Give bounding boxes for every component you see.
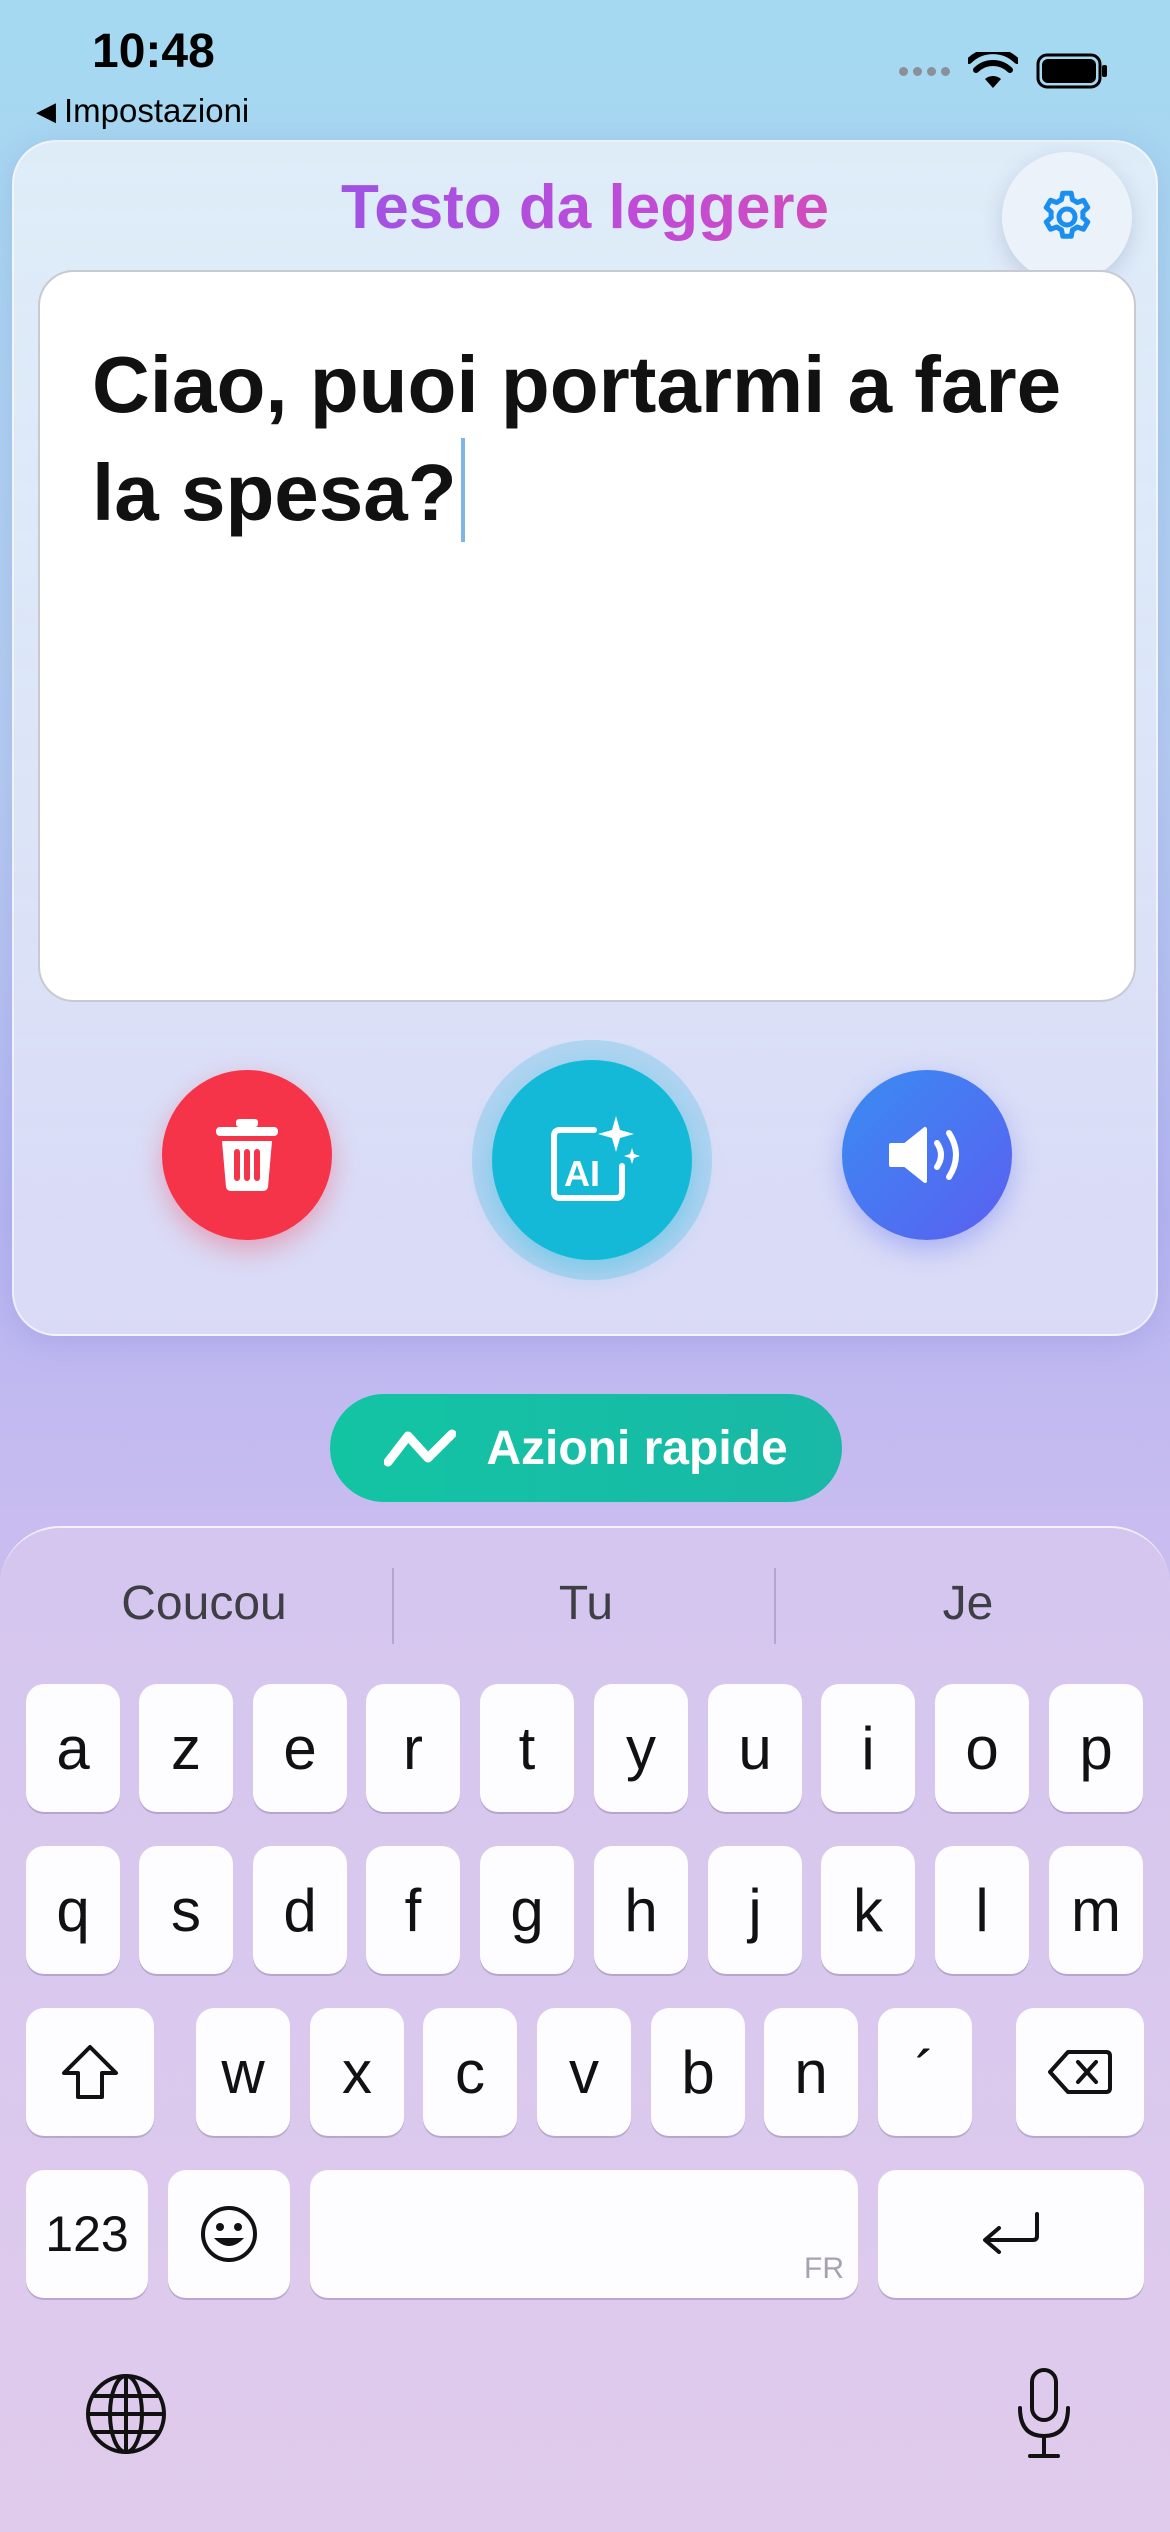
suggestion-divider (774, 1568, 776, 1644)
suggestion-item[interactable]: Coucou (14, 1576, 394, 1631)
key-r[interactable]: r (366, 1684, 460, 1812)
globe-button[interactable] (84, 2372, 168, 2456)
keyboard-language-label: FR (804, 2252, 844, 2285)
shift-key[interactable] (26, 2008, 154, 2136)
globe-icon (86, 2374, 166, 2454)
gear-icon (1043, 190, 1091, 239)
ai-sparkle-icon: AI (551, 1116, 640, 1201)
delete-button[interactable] (162, 1070, 332, 1240)
key-h[interactable]: h (594, 1846, 688, 1974)
cellular-signal-icon (899, 66, 950, 76)
key-d[interactable]: d (253, 1846, 347, 1974)
battery-icon (1036, 53, 1107, 89)
microphone-icon (1018, 2368, 1070, 2458)
key-q[interactable]: q (26, 1846, 120, 1974)
key-c[interactable]: c (423, 2008, 517, 2136)
space-key[interactable]: FR (310, 2170, 858, 2298)
back-arrow-icon: ◀ (36, 95, 56, 126)
key-t[interactable]: t (480, 1684, 574, 1812)
quick-actions-label: Azioni rapide (486, 1421, 788, 1475)
suggestion-divider (392, 1568, 394, 1644)
ai-button[interactable]: AI (492, 1060, 692, 1260)
status-icons (899, 52, 1110, 90)
numbers-key[interactable]: 123 (26, 2170, 148, 2298)
suggestion-bar: Coucou Tu Je (0, 1528, 1170, 1668)
key-k[interactable]: k (821, 1846, 915, 1974)
text-input-value: Ciao, puoi portarmi a fare la spesa? (92, 340, 1062, 537)
key-u[interactable]: u (708, 1684, 802, 1812)
shift-icon (62, 2045, 118, 2099)
key-n[interactable]: n (764, 2008, 858, 2136)
dictation-button[interactable] (1004, 2364, 1084, 2464)
delete-key[interactable] (1016, 2008, 1144, 2136)
key-z[interactable]: z (139, 1684, 233, 1812)
key-y[interactable]: y (594, 1684, 688, 1812)
status-time: 10:48 (92, 25, 215, 78)
backspace-icon (1048, 2050, 1112, 2094)
keyboard: Coucou Tu Je a z e r t y u i o p q s d f… (0, 1526, 1170, 2532)
zigzag-icon (384, 1429, 457, 1467)
card-title: Testo da leggere (14, 172, 1156, 243)
key-l[interactable]: l (935, 1846, 1029, 1974)
settings-button[interactable] (1002, 152, 1132, 282)
key-g[interactable]: g (480, 1846, 574, 1974)
key-x[interactable]: x (310, 2008, 404, 2136)
quick-actions-button[interactable]: Azioni rapide (330, 1394, 842, 1502)
key-b[interactable]: b (651, 2008, 745, 2136)
emoji-key[interactable] (168, 2170, 290, 2298)
emoji-icon (201, 2206, 257, 2262)
suggestion-item[interactable]: Je (778, 1576, 1158, 1631)
text-input-area[interactable]: Ciao, puoi portarmi a fare la spesa? (38, 270, 1136, 1002)
wifi-icon (968, 52, 1018, 88)
svg-text:AI: AI (564, 1153, 600, 1194)
key-s[interactable]: s (139, 1846, 233, 1974)
trash-icon (216, 1119, 278, 1191)
key-i[interactable]: i (821, 1684, 915, 1812)
suggestion-item[interactable]: Tu (396, 1576, 776, 1631)
key-j[interactable]: j (708, 1846, 802, 1974)
key-p[interactable]: p (1049, 1684, 1143, 1812)
key-o[interactable]: o (935, 1684, 1029, 1812)
key-v[interactable]: v (537, 2008, 631, 2136)
text-reader-card: Testo da leggere Ciao, puoi portarmi a f… (12, 140, 1158, 1336)
speak-button[interactable] (842, 1070, 1012, 1240)
return-icon (983, 2212, 1039, 2254)
key-a[interactable]: a (26, 1684, 120, 1812)
key-accent[interactable]: ´ (878, 2008, 972, 2136)
return-key[interactable] (878, 2170, 1144, 2298)
back-to-settings-link[interactable]: ◀ Impostazioni (36, 92, 249, 130)
speaker-icon (889, 1127, 959, 1183)
key-e[interactable]: e (253, 1684, 347, 1812)
text-cursor (460, 438, 465, 542)
back-link-label: Impostazioni (64, 92, 250, 129)
key-w[interactable]: w (196, 2008, 290, 2136)
status-bar: 10:48 ◀ Impostazioni (0, 0, 1170, 140)
key-m[interactable]: m (1049, 1846, 1143, 1974)
key-f[interactable]: f (366, 1846, 460, 1974)
